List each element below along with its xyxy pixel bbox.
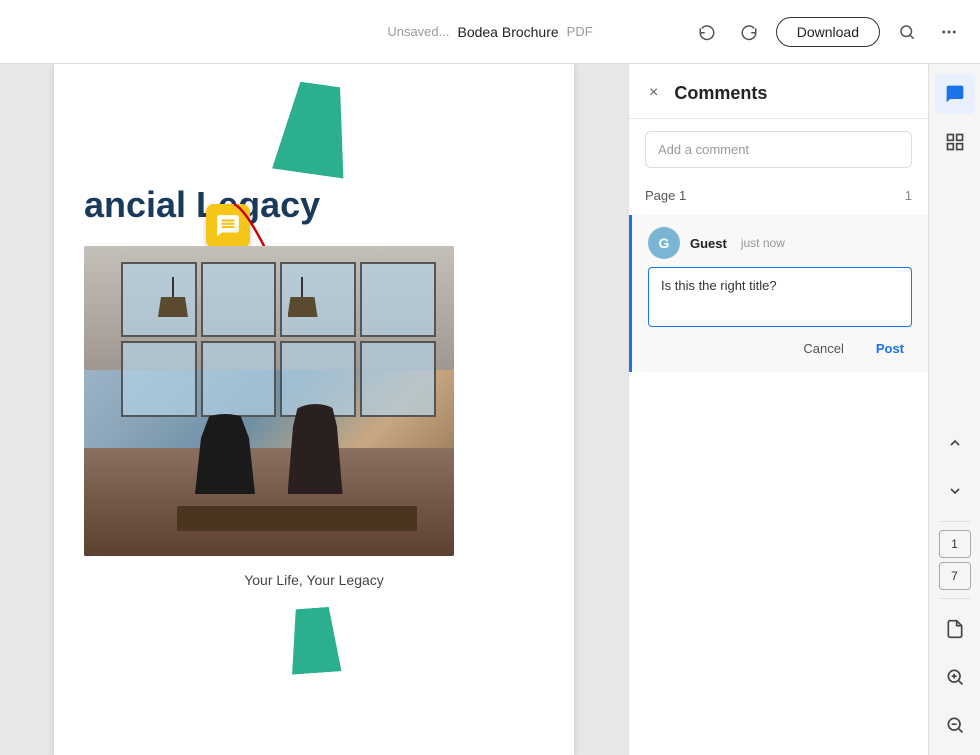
comment-actions: Cancel Post — [648, 337, 912, 360]
comments-panel: × Comments Add a comment Page 1 1 G Gues… — [628, 64, 928, 755]
topbar: Unsaved... Bodea Brochure PDF Download — [0, 0, 980, 64]
comments-panel-title: Comments — [674, 83, 912, 104]
download-button[interactable]: Download — [776, 17, 880, 47]
comment-text-box[interactable]: Is this the right title? — [648, 267, 912, 327]
add-comment-input[interactable]: Add a comment — [645, 131, 912, 168]
unsaved-label: Unsaved... — [387, 24, 449, 39]
sidebar-zoom-in-button[interactable] — [935, 657, 975, 697]
page-section-header: Page 1 1 — [629, 180, 928, 211]
user-name: Guest — [690, 236, 727, 251]
page-1-badge[interactable]: 1 — [939, 530, 971, 558]
comment-item: G Guest just now Is this the right title… — [629, 215, 928, 372]
comment-time: just now — [741, 236, 785, 250]
sidebar-zoom-out-button[interactable] — [935, 705, 975, 745]
comment-user-row: G Guest just now — [648, 227, 912, 259]
right-sidebar: 1 7 — [928, 64, 980, 755]
main-layout: ancial Legacy — [0, 64, 980, 755]
sidebar-chevron-down-button[interactable] — [935, 471, 975, 511]
teal-shape-top — [268, 79, 360, 179]
pdf-subtitle: Your Life, Your Legacy — [84, 572, 544, 588]
page-section-count: 1 — [905, 188, 912, 203]
pdf-photo — [84, 246, 454, 556]
comments-header: × Comments — [629, 64, 928, 119]
sidebar-divider-2 — [940, 598, 970, 599]
sidebar-grid-icon-button[interactable] — [935, 122, 975, 162]
page-section-label: Page 1 — [645, 188, 686, 203]
close-comments-button[interactable]: × — [645, 80, 662, 106]
sidebar-chevron-up-button[interactable] — [935, 423, 975, 463]
doc-type: PDF — [567, 24, 593, 39]
page-7-badge[interactable]: 7 — [939, 562, 971, 590]
post-comment-button[interactable]: Post — [868, 337, 912, 360]
sidebar-divider — [940, 521, 970, 522]
search-button[interactable] — [892, 17, 922, 47]
undo-button[interactable] — [692, 17, 722, 47]
user-avatar: G — [648, 227, 680, 259]
sidebar-comments-icon-button[interactable] — [935, 74, 975, 114]
teal-shape-bottom — [284, 606, 343, 675]
cancel-comment-button[interactable]: Cancel — [795, 337, 851, 360]
doc-title: Bodea Brochure — [457, 24, 558, 40]
sidebar-doc-icon-button[interactable] — [935, 609, 975, 649]
topbar-center: Unsaved... Bodea Brochure PDF — [387, 24, 592, 40]
topbar-right: Download — [692, 17, 964, 47]
comment-annotation-icon[interactable] — [206, 204, 250, 248]
redo-button[interactable] — [734, 17, 764, 47]
pdf-page: ancial Legacy — [54, 64, 574, 755]
more-options-button[interactable] — [934, 17, 964, 47]
page-title: ancial Legacy — [84, 184, 544, 226]
pdf-area: ancial Legacy — [0, 64, 628, 755]
